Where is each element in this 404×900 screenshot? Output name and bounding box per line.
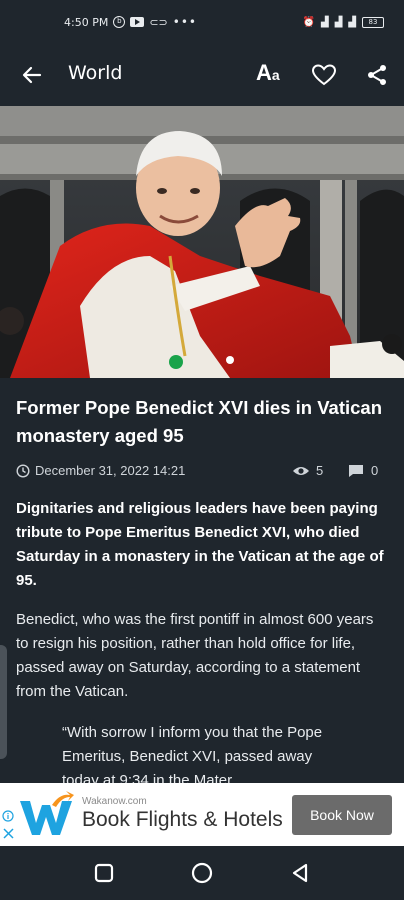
status-left: 4:50 PM b ⊂⊃ ••• (64, 15, 197, 29)
clock-icon (16, 463, 30, 478)
back-arrow-icon[interactable] (20, 63, 44, 87)
article-lead: Dignitaries and religious leaders have b… (16, 500, 384, 589)
cell-signal-icon: ▟ (334, 16, 343, 28)
status-right: ⏰ ▟ ▟ ▟ 83 (302, 16, 384, 28)
article-headline: Former Pope Benedict XVI dies in Vatican… (16, 397, 382, 446)
font-size-label-small: a (271, 67, 280, 83)
battery-icon: 83 (362, 16, 384, 28)
comments-group[interactable]: 0 (348, 463, 378, 478)
ad-domain: Wakanow.com (82, 796, 147, 807)
wakanow-logo (20, 791, 74, 835)
article-quote: “With sorrow I inform you that the Pope … (62, 724, 323, 785)
heart-icon[interactable] (311, 63, 337, 87)
article-paragraph: Benedict, who was the first pontiff in a… (16, 611, 374, 700)
more-dots-icon: ••• (172, 15, 197, 29)
date-group: December 31, 2022 14:21 (16, 463, 185, 478)
page-title: World (68, 62, 123, 84)
article-hero-image (0, 106, 404, 378)
views-group: 5 (292, 463, 323, 478)
eye-icon (293, 466, 309, 475)
edge-panel-handle[interactable] (0, 645, 7, 759)
youtube-icon (130, 17, 145, 27)
alarm-icon: ⏰ (302, 16, 315, 28)
b-circle-icon: b (113, 16, 126, 28)
ad-close-icon[interactable] (3, 828, 14, 839)
article-meta: December 31, 2022 14:21 5 0 (16, 461, 388, 481)
comment-icon (349, 464, 363, 477)
app-bar: World Aa (0, 44, 404, 106)
book-now-button[interactable]: Book Now (292, 795, 392, 835)
share-icon[interactable] (365, 63, 389, 87)
font-size-button[interactable]: Aa (256, 60, 280, 88)
status-bar: 4:50 PM b ⊂⊃ ••• ⏰ ▟ ▟ ▟ 83 (0, 0, 404, 44)
recents-square-icon[interactable] (92, 861, 116, 885)
ad-info-icon[interactable] (2, 810, 14, 822)
view-count: 5 (316, 463, 324, 478)
ad-banner[interactable]: Wakanow.com Book Flights & Hotels Book N… (0, 783, 404, 846)
ad-headline: Book Flights & Hotels (82, 808, 283, 831)
home-circle-icon[interactable] (190, 861, 214, 885)
wifi-signal-icon: ▟ (320, 16, 329, 28)
cell-signal-2-icon: ▟ (348, 16, 356, 28)
comment-count: 0 (371, 463, 379, 478)
link-icon: ⊂⊃ (149, 15, 168, 29)
font-size-label-big: A (256, 60, 272, 85)
status-time: 4:50 PM (64, 15, 109, 29)
back-triangle-icon[interactable] (288, 861, 312, 885)
system-nav-bar (0, 846, 404, 900)
article-date: December 31, 2022 14:21 (35, 463, 186, 478)
